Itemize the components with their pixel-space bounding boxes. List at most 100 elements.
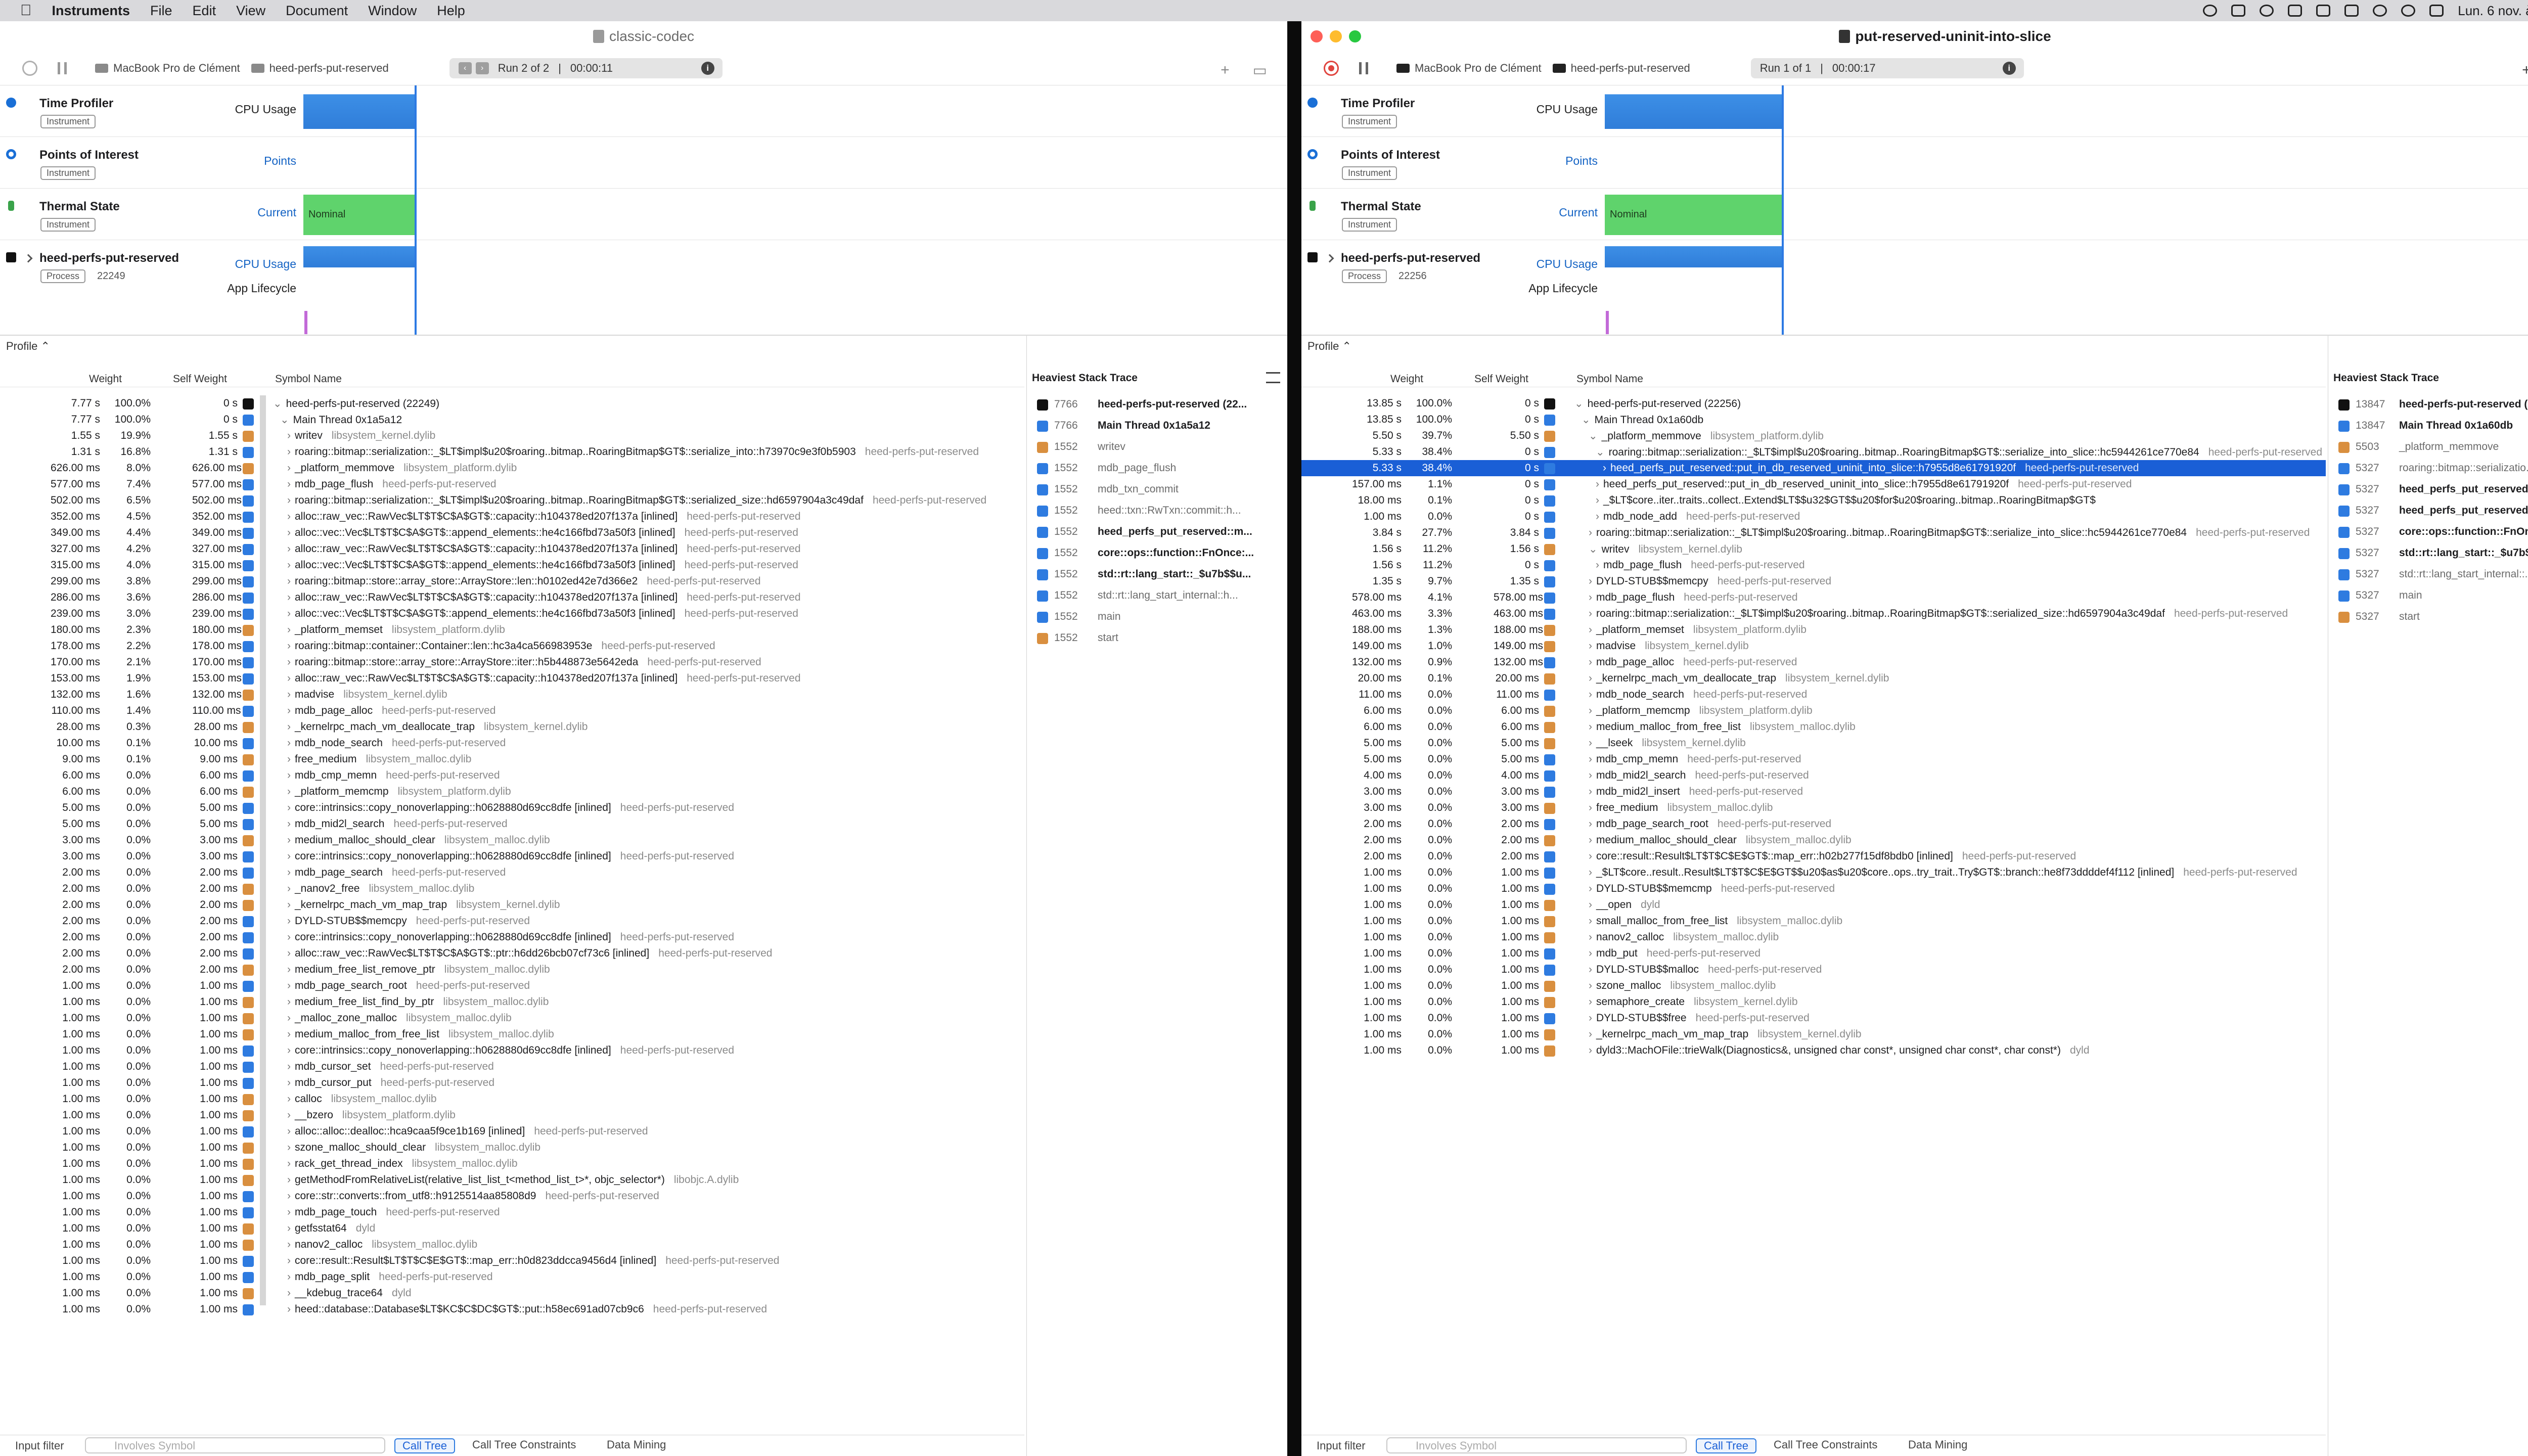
disclosure-chevron-icon[interactable]: › <box>1603 462 1606 474</box>
tab-call-tree-constraints[interactable]: Call Tree Constraints <box>1767 1438 1884 1451</box>
heaviest-stack-row[interactable]: 5327 std::rt::lang_start::_$u7b$$... <box>2328 543 2528 564</box>
call-tree-row[interactable]: 5.33 s 38.4% 0 s › heed_perfs_put_reserved::… <box>1301 460 2326 476</box>
heaviest-stack-row[interactable]: 1552 std::rt::lang_start::_$u7b$$u... <box>1027 564 1287 585</box>
disclosure-chevron-icon[interactable]: › <box>1589 705 1592 716</box>
search-icon[interactable] <box>2401 5 2416 17</box>
column-self-weight[interactable]: Self Weight <box>1474 373 1528 385</box>
call-tree-row[interactable]: 1.00 ms 0.0% 1.00 ms › medium_free_list_find… <box>0 994 1024 1010</box>
call-tree-row[interactable]: 132.00 ms 0.9% 132.00 ms › mdb_page_alloc hee… <box>1301 654 2326 670</box>
disclosure-chevron-icon[interactable]: › <box>1589 769 1592 781</box>
disclosure-chevron-icon[interactable]: › <box>1589 996 1592 1008</box>
disclosure-chevron-icon[interactable]: › <box>287 1287 291 1299</box>
call-tree-row[interactable]: 1.00 ms 0.0% 1.00 ms › mdb_cursor_set heed-pe… <box>0 1059 1024 1075</box>
disclosure-chevron-icon[interactable]: › <box>1589 899 1592 911</box>
heaviest-stack-row[interactable]: 7766 heed-perfs-put-reserved (22... <box>1027 394 1287 416</box>
disclosure-chevron-icon[interactable]: › <box>287 446 291 458</box>
call-tree-row[interactable]: 2.00 ms 0.0% 2.00 ms › DYLD-STUB$$memcpy heed… <box>0 913 1024 929</box>
call-tree-row[interactable]: 1.00 ms 0.0% 1.00 ms › mdb_put heed-perfs-put… <box>1301 945 2326 962</box>
call-tree-row[interactable]: 1.00 ms 0.0% 1.00 ms › core::result::Result$… <box>0 1253 1024 1269</box>
call-tree-row[interactable]: 1.00 ms 0.0% 1.00 ms › alloc::alloc::dealloc… <box>0 1123 1024 1140</box>
timeline[interactable]: Time Profiler Instrument CPU Usage Point… <box>1301 85 2528 335</box>
next-run-icon[interactable]: › <box>475 62 489 74</box>
menu-clock[interactable]: Lun. 6 nov. à 11:53 <box>2458 3 2528 19</box>
disclosure-chevron-icon[interactable]: › <box>1589 608 1592 619</box>
tab-call-tree-constraints[interactable]: Call Tree Constraints <box>465 1438 583 1451</box>
call-tree-row[interactable]: 28.00 ms 0.3% 28.00 ms › _kernelrpc_mach_vm_… <box>0 719 1024 735</box>
disclosure-chevron-icon[interactable]: › <box>287 1190 291 1202</box>
heaviest-stack-row[interactable]: 5327 std::rt::lang_start_internal::... <box>2328 564 2528 585</box>
disclosure-chevron-icon[interactable]: › <box>287 624 291 635</box>
call-tree-row[interactable]: 6.00 ms 0.0% 6.00 ms › _platform_memcmp libsy… <box>0 784 1024 800</box>
heaviest-stack-row[interactable]: 1552 std::rt::lang_start_internal::h... <box>1027 585 1287 607</box>
call-tree-row[interactable]: 2.00 ms 0.0% 2.00 ms › _nanov2_free libsystem… <box>0 881 1024 897</box>
disclosure-chevron-icon[interactable]: › <box>287 608 291 619</box>
disclosure-chevron-icon[interactable]: › <box>1589 883 1592 894</box>
disclosure-chevron-icon[interactable]: › <box>287 980 291 991</box>
track-label[interactable]: Current <box>1559 206 1598 219</box>
disclosure-chevron-icon[interactable]: › <box>1589 867 1592 878</box>
track-label[interactable]: Points <box>1565 154 1598 168</box>
control-center-icon[interactable] <box>2429 5 2444 17</box>
disclosure-chevron-icon[interactable]: › <box>287 883 291 894</box>
heaviest-stack-row[interactable]: 1552 start <box>1027 628 1287 649</box>
call-tree-row[interactable]: 3.00 ms 0.0% 3.00 ms › mdb_mid2l_insert heed-… <box>1301 784 2326 800</box>
disclosure-chevron-icon[interactable]: › <box>1596 478 1599 490</box>
track-label[interactable]: CPU Usage <box>235 257 296 271</box>
call-tree-row[interactable]: 2.00 ms 0.0% 2.00 ms › alloc::raw_vec::RawVe… <box>0 945 1024 962</box>
heaviest-stack-row[interactable]: 1552 mdb_txn_commit <box>1027 479 1287 500</box>
disclosure-chevron-icon[interactable]: ⌄ <box>1589 543 1598 555</box>
call-tree-row[interactable]: 1.00 ms 0.0% 1.00 ms › getMethodFromRelative… <box>0 1172 1024 1188</box>
disclosure-chevron-icon[interactable]: › <box>287 1158 291 1169</box>
disclosure-chevron-icon[interactable]: › <box>1589 850 1592 862</box>
device-selector[interactable]: MacBook Pro de Clément <box>95 62 240 75</box>
disclosure-chevron-icon[interactable]: › <box>287 430 291 441</box>
call-tree-row[interactable]: 1.00 ms 0.0% 1.00 ms › small_malloc_from_fre… <box>1301 913 2326 929</box>
pause-button[interactable] <box>58 62 67 74</box>
info-icon[interactable]: i <box>2002 62 2016 75</box>
call-tree-row[interactable]: 1.00 ms 0.0% 1.00 ms › __kdebug_trace64 dyld <box>0 1285 1024 1301</box>
target-selector[interactable]: heed-perfs-put-reserved <box>1552 62 1690 75</box>
call-tree-row[interactable]: 1.55 s 19.9% 1.55 s › writev libsystem_kernel… <box>0 428 1024 444</box>
heaviest-stack-row[interactable]: 13847 heed-perfs-put-reserved (2... <box>2328 394 2528 416</box>
disclosure-chevron-icon[interactable]: › <box>287 899 291 911</box>
disclosure-chevron-icon[interactable]: › <box>1589 1044 1592 1056</box>
run-selector[interactable]: ‹ › Run 2 of 2 | 00:00:11 i <box>449 58 723 78</box>
column-symbol-name[interactable]: Symbol Name <box>275 373 342 385</box>
call-tree-row[interactable]: 1.00 ms 0.0% 1.00 ms › __open dyld <box>1301 897 2326 913</box>
heaviest-stack-row[interactable]: 1552 core::ops::function::FnOnce:... <box>1027 543 1287 564</box>
disclosure-chevron-icon[interactable]: ⌄ <box>1582 414 1591 426</box>
tab-data-mining[interactable]: Data Mining <box>600 1438 673 1451</box>
disclosure-chevron-icon[interactable]: › <box>287 721 291 733</box>
column-self-weight[interactable]: Self Weight <box>173 373 227 385</box>
disclosure-chevron-icon[interactable]: › <box>287 867 291 878</box>
track-thermal-state[interactable]: Thermal State Instrument Current Nominal <box>1301 189 2528 240</box>
call-tree-row[interactable]: 1.00 ms 0.0% 1.00 ms › mdb_cursor_put heed-pe… <box>0 1075 1024 1091</box>
heaviest-stack-row[interactable]: 1552 mdb_page_flush <box>1027 458 1287 479</box>
disclosure-chevron-icon[interactable]: › <box>1589 802 1592 813</box>
track-points-of-interest[interactable]: Points of Interest Instrument Points <box>0 137 1287 189</box>
call-tree-row[interactable]: 170.00 ms 2.1% 170.00 ms › roaring::bitmap::… <box>0 654 1024 670</box>
disclosure-chevron-icon[interactable]: › <box>1589 656 1592 668</box>
call-tree-row[interactable]: 1.00 ms 0.0% 0 s › mdb_node_add heed-perfs-pu… <box>1301 509 2326 525</box>
disclosure-chevron-icon[interactable]: › <box>287 494 291 506</box>
disclosure-chevron-icon[interactable]: › <box>287 672 291 684</box>
disclosure-chevron-icon[interactable]: › <box>1589 575 1592 587</box>
disclosure-chevron-icon[interactable]: › <box>287 511 291 522</box>
call-tree-row[interactable]: 5.00 ms 0.0% 5.00 ms › core::intrinsics::cop… <box>0 800 1024 816</box>
heaviest-stack-row[interactable]: 5327 heed_perfs_put_reserved::... <box>2328 479 2528 500</box>
call-tree-row[interactable]: 502.00 ms 6.5% 502.00 ms › roaring::bitmap::… <box>0 492 1024 509</box>
track-points-of-interest[interactable]: Points of Interest Instrument Points <box>1301 137 2528 189</box>
call-tree-row[interactable]: 2.00 ms 0.0% 2.00 ms › _kernelrpc_mach_vm_ma… <box>0 897 1024 913</box>
track-label[interactable]: CPU Usage <box>1537 257 1598 271</box>
call-tree-row[interactable]: 352.00 ms 4.5% 352.00 ms › alloc::raw_vec::R… <box>0 509 1024 525</box>
disclosure-chevron-icon[interactable]: › <box>1589 689 1592 700</box>
call-tree-row[interactable]: 2.00 ms 0.0% 2.00 ms › medium_malloc_should_… <box>1301 832 2326 848</box>
disclosure-chevron-icon[interactable]: › <box>1589 980 1592 991</box>
call-tree-row[interactable]: 577.00 ms 7.4% 577.00 ms › mdb_page_flush hee… <box>0 476 1024 492</box>
disclosure-chevron-icon[interactable]: › <box>1589 931 1592 943</box>
call-tree-row[interactable]: 110.00 ms 1.4% 110.00 ms › mdb_page_alloc hee… <box>0 703 1024 719</box>
call-tree-row[interactable]: 1.00 ms 0.0% 1.00 ms › rack_get_thread_index… <box>0 1156 1024 1172</box>
heaviest-stack-row[interactable]: 1552 heed::txn::RwTxn::commit::h... <box>1027 500 1287 522</box>
heaviest-stack-row[interactable]: 5327 start <box>2328 607 2528 628</box>
disclosure-chevron-icon[interactable]: › <box>287 462 291 474</box>
